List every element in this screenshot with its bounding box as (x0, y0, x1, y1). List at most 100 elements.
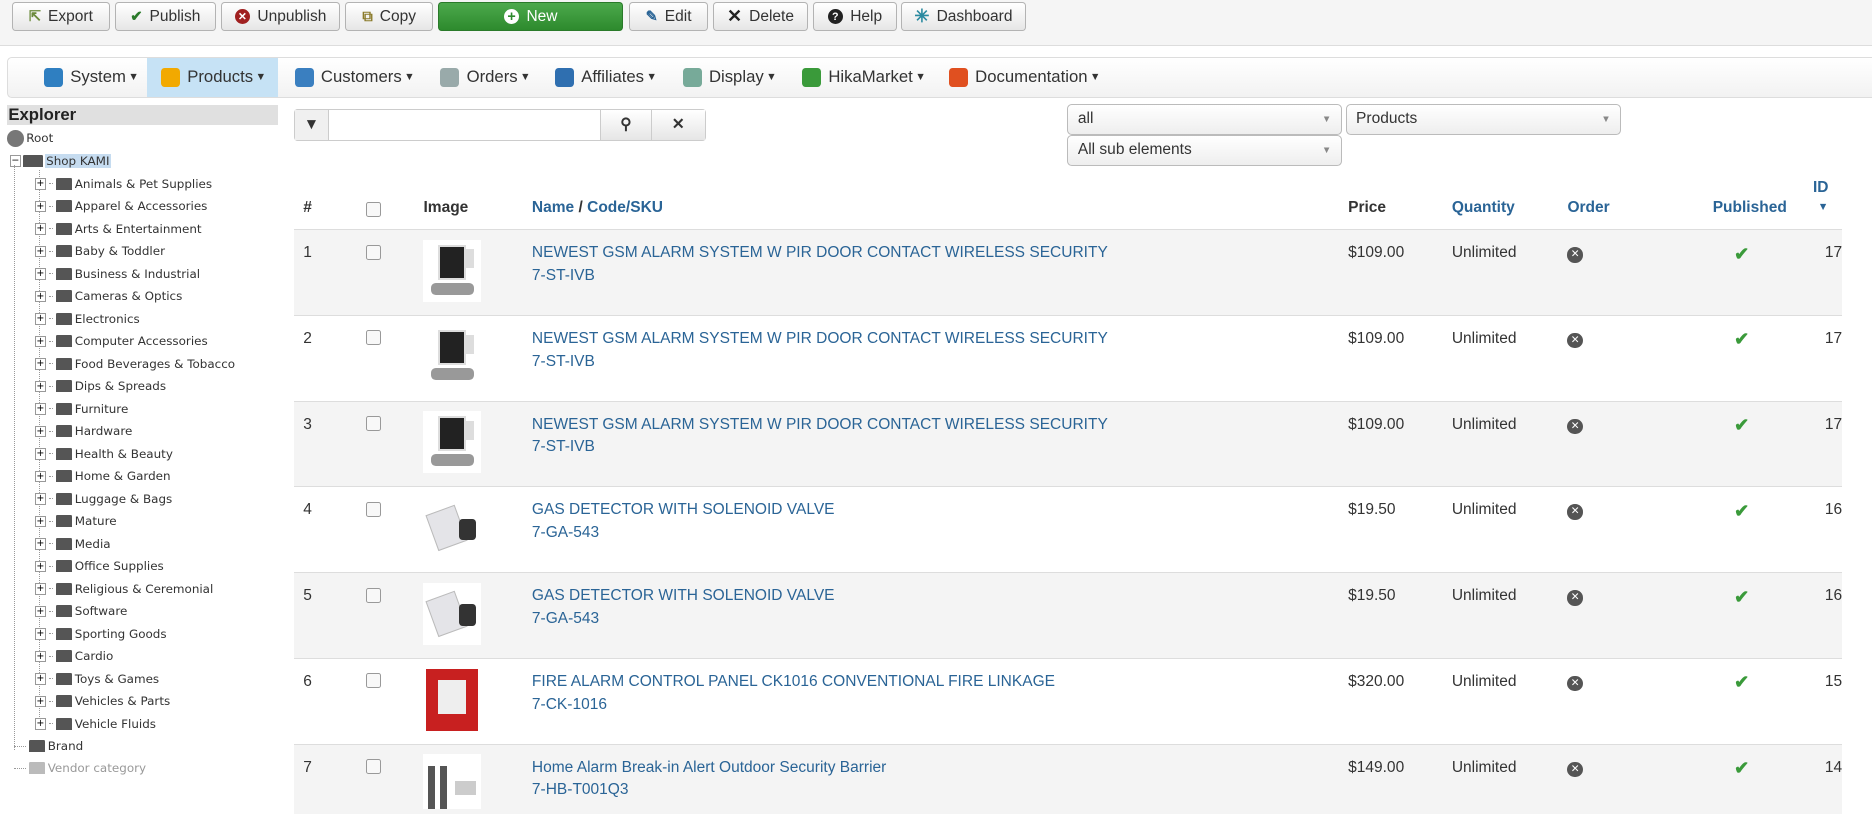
expand-icon[interactable]: + (34, 628, 47, 640)
clear-search-button[interactable]: ✕ (652, 109, 705, 140)
expand-icon[interactable]: + (34, 493, 47, 505)
expand-icon[interactable]: + (34, 650, 47, 663)
product-image[interactable] (423, 582, 481, 645)
tree-category[interactable]: + Mature (34, 512, 117, 531)
remove-order-icon[interactable]: ✕ (1567, 761, 1583, 778)
tree-category[interactable]: + Apparel & Accessories (34, 197, 207, 216)
published-check-icon[interactable]: ✔ (1734, 587, 1749, 607)
col-id[interactable]: ID ▼ (1803, 169, 1843, 231)
tree-root[interactable]: Root (7, 129, 53, 148)
tree-category[interactable]: + Hardware (34, 422, 132, 441)
expand-icon[interactable]: + (34, 335, 47, 348)
col-quantity[interactable]: Quantity (1442, 169, 1558, 231)
product-image[interactable] (423, 754, 481, 810)
search-button[interactable]: ⚲ (600, 109, 653, 140)
expand-icon[interactable]: + (34, 425, 47, 438)
tree-category[interactable]: + Luggage & Bags (34, 489, 172, 508)
tree-category[interactable]: + Animals & Pet Supplies (34, 174, 212, 193)
product-name-link[interactable]: NEWEST GSM ALARM SYSTEM W PIR DOOR CONTA… (532, 330, 1108, 347)
expand-icon[interactable]: + (34, 380, 47, 393)
tree-category[interactable]: + Religious & Ceremonial (34, 579, 213, 598)
tree-category[interactable]: + Media (34, 534, 111, 553)
unpublish-button[interactable]: ✕ Unpublish (220, 2, 341, 32)
product-code-link[interactable]: 7-ST-IVB (532, 353, 595, 370)
product-name-link[interactable]: FIRE ALARM CONTROL PANEL CK1016 CONVENTI… (532, 673, 1055, 690)
product-name-link[interactable]: NEWEST GSM ALARM SYSTEM W PIR DOOR CONTA… (532, 244, 1108, 261)
delete-button[interactable]: ✕ Delete (712, 2, 809, 32)
expand-icon[interactable]: + (34, 515, 47, 528)
product-image[interactable] (423, 411, 481, 474)
tree-category[interactable]: + Dips & Spreads (34, 377, 166, 396)
select-all-checkbox[interactable] (366, 202, 382, 218)
row-checkbox[interactable] (366, 416, 382, 432)
dashboard-button[interactable]: ✳ Dashboard (901, 2, 1026, 32)
row-checkbox[interactable] (366, 673, 382, 689)
tree-category[interactable]: + Vehicle Fluids (34, 714, 156, 733)
product-image[interactable] (423, 497, 481, 560)
new-button[interactable]: + New (438, 2, 624, 32)
tree-category[interactable]: + Electronics (34, 309, 140, 328)
expand-icon[interactable]: + (34, 673, 47, 685)
tree-category[interactable]: + Cameras & Optics (34, 287, 182, 306)
tree-category[interactable]: + Business & Industrial (34, 264, 200, 283)
remove-order-icon[interactable]: ✕ (1567, 247, 1583, 263)
product-name-link[interactable]: GAS DETECTOR WITH SOLENOID VALVE (532, 587, 835, 604)
collapse-icon[interactable]: − (9, 155, 22, 167)
remove-order-icon[interactable]: ✕ (1567, 504, 1583, 520)
expand-icon[interactable]: + (34, 583, 47, 595)
copy-button[interactable]: ⧉ Copy (345, 2, 434, 32)
filter-select-type[interactable]: Products ▼ (1345, 103, 1622, 135)
menu-system[interactable]: System ▼ (37, 58, 146, 96)
remove-order-icon[interactable]: ✕ (1567, 418, 1583, 435)
published-check-icon[interactable]: ✔ (1734, 501, 1749, 521)
col-order[interactable]: Order (1557, 169, 1704, 231)
tree-category[interactable]: + Furniture (34, 399, 128, 418)
tree-category[interactable]: + Toys & Games (34, 669, 159, 688)
expand-icon[interactable]: + (34, 200, 47, 213)
tree-brand[interactable]: Brand (14, 737, 83, 756)
published-check-icon[interactable]: ✔ (1734, 415, 1749, 435)
row-checkbox[interactable] (366, 587, 382, 603)
sort-code[interactable]: Code/SKU (587, 199, 663, 216)
product-image[interactable] (423, 668, 481, 731)
published-check-icon[interactable]: ✔ (1734, 329, 1749, 349)
product-image[interactable] (423, 239, 481, 302)
expand-icon[interactable]: + (34, 313, 47, 325)
product-code-link[interactable]: 7-ST-IVB (532, 267, 595, 284)
product-image[interactable] (423, 325, 481, 388)
tree-category[interactable]: + Cardio (34, 647, 113, 666)
product-code-link[interactable]: 7-CK-1016 (532, 696, 607, 713)
col-name[interactable]: Name / Code/SKU (522, 169, 1339, 231)
tree-category[interactable]: + Software (34, 602, 127, 621)
expand-icon[interactable]: + (34, 718, 47, 730)
expand-icon[interactable]: + (34, 178, 47, 190)
row-checkbox[interactable] (366, 330, 382, 346)
edit-button[interactable]: ✎ Edit (629, 2, 708, 32)
product-code-link[interactable]: 7-GA-543 (532, 524, 599, 541)
product-name-link[interactable]: Home Alarm Break-in Alert Outdoor Securi… (532, 759, 886, 776)
tree-category[interactable]: + Health & Beauty (34, 444, 173, 463)
menu-hikamarket[interactable]: HikaMarket ▼ (795, 58, 933, 96)
menu-affiliates[interactable]: Affiliates ▼ (548, 58, 664, 96)
tree-vendor[interactable]: Vendor category (14, 759, 146, 778)
expand-icon[interactable]: + (34, 268, 47, 280)
remove-order-icon[interactable]: ✕ (1567, 590, 1583, 606)
search-input[interactable] (328, 109, 601, 140)
row-checkbox[interactable] (366, 759, 382, 775)
tree-category[interactable]: + Vehicles & Parts (34, 692, 170, 711)
expand-icon[interactable]: + (34, 538, 47, 550)
remove-order-icon[interactable]: ✕ (1567, 675, 1583, 692)
expand-icon[interactable]: + (34, 223, 47, 235)
publish-button[interactable]: ✔ Publish (114, 2, 217, 32)
product-code-link[interactable]: 7-HB-T001Q3 (532, 781, 629, 798)
remove-order-icon[interactable]: ✕ (1567, 332, 1583, 349)
sort-name[interactable]: Name (532, 199, 574, 216)
sort-id[interactable]: ID (1813, 179, 1829, 196)
expand-icon[interactable]: + (34, 560, 47, 573)
expand-icon[interactable]: + (34, 245, 47, 258)
product-name-link[interactable]: NEWEST GSM ALARM SYSTEM W PIR DOOR CONTA… (532, 416, 1108, 433)
menu-display[interactable]: Display ▼ (676, 58, 784, 96)
tree-category[interactable]: + Office Supplies (34, 557, 164, 576)
row-checkbox[interactable] (366, 244, 382, 260)
export-button[interactable]: ⇱ Export (11, 2, 110, 32)
